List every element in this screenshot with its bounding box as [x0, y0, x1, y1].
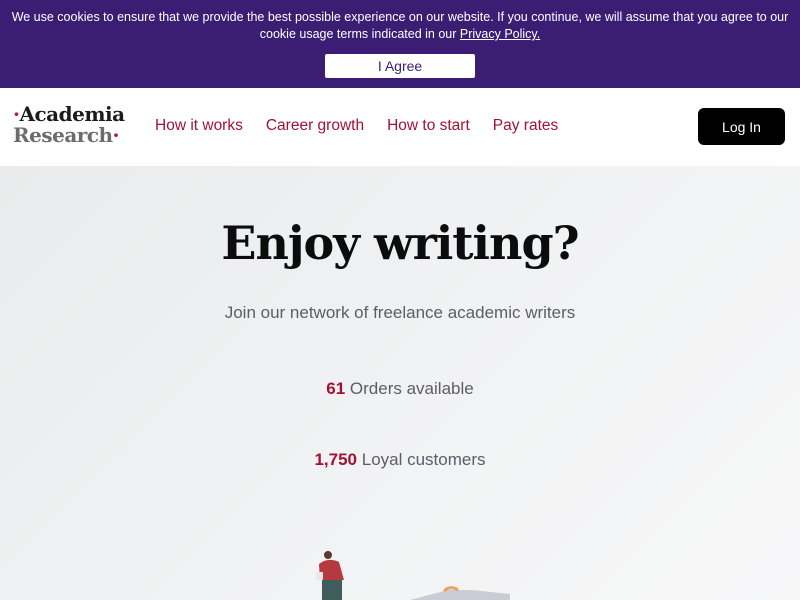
privacy-policy-link[interactable]: Privacy Policy.: [460, 27, 540, 41]
logo-dot-icon: ·: [112, 123, 120, 147]
nav-career-growth[interactable]: Career growth: [266, 117, 364, 135]
main-nav: How it works Career growth How to start …: [155, 117, 558, 135]
hero-title: Enjoy writing?: [221, 216, 579, 270]
stat-customers-value: 1,750: [314, 450, 358, 469]
stat-customers: 1,750 Loyal customers: [0, 450, 800, 470]
cookie-message: We use cookies to ensure that we provide…: [10, 9, 790, 43]
stat-customers-label: Loyal customers: [357, 450, 486, 469]
stat-orders-label: Orders available: [345, 379, 474, 398]
login-button[interactable]: Log In: [698, 108, 785, 145]
site-header: ·Academia Research· How it works Career …: [0, 88, 800, 166]
desk-illustration: [410, 586, 510, 600]
logo-word-2: Research: [13, 123, 113, 147]
cookie-banner: We use cookies to ensure that we provide…: [0, 0, 800, 88]
stat-orders: 61 Orders available: [0, 379, 800, 399]
logo[interactable]: ·Academia Research·: [13, 104, 125, 146]
agree-button[interactable]: I Agree: [325, 54, 475, 78]
hero-section: Enjoy writing? Join our network of freel…: [0, 166, 800, 600]
person-illustration: [316, 551, 344, 600]
nav-how-to-start[interactable]: How to start: [387, 117, 470, 135]
logo-line1: ·Academia: [13, 104, 125, 125]
nav-how-it-works[interactable]: How it works: [155, 117, 243, 135]
stat-orders-value: 61: [326, 379, 346, 398]
hero-subtitle: Join our network of freelance academic w…: [224, 303, 576, 322]
cookie-text: We use cookies to ensure that we provide…: [11, 10, 789, 41]
nav-pay-rates[interactable]: Pay rates: [493, 117, 558, 135]
logo-line2: Research·: [13, 125, 125, 146]
